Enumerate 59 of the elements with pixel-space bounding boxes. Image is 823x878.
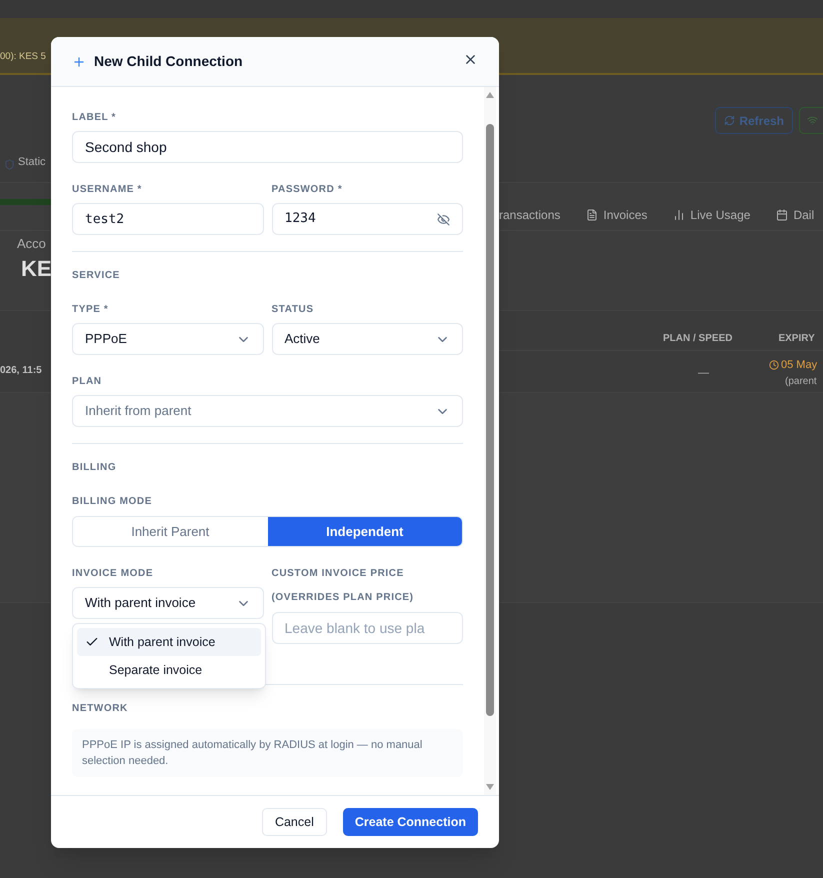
menu-option[interactable]: Separate invoice xyxy=(77,656,261,684)
password-input[interactable]: 1234 xyxy=(272,203,463,235)
account-label: Acco xyxy=(17,235,47,253)
table-cell: 026, 11:5 xyxy=(0,365,42,376)
price-input[interactable]: Leave blank to use pla xyxy=(272,612,463,644)
field-label: PASSWORD * xyxy=(272,183,344,197)
plus-icon xyxy=(72,54,86,68)
mode-tab[interactable]: Independent xyxy=(268,517,462,546)
scrollbar[interactable] xyxy=(484,87,496,795)
document-icon xyxy=(586,208,598,220)
tab[interactable]: Invoices xyxy=(586,206,648,224)
expiry-note: (parent xyxy=(785,374,817,388)
field-label: STATUS xyxy=(272,303,315,317)
label-input[interactable]: Second shop xyxy=(72,131,463,163)
field-label: INVOICE MODE xyxy=(72,567,154,581)
scroll-down-icon[interactable] xyxy=(486,784,494,790)
create-button[interactable]: Create Connection xyxy=(342,808,478,836)
dialog-title: New Child Connection xyxy=(94,52,243,71)
column-header: EXPIRY xyxy=(778,332,815,346)
bar-chart-icon xyxy=(673,208,686,220)
progress-strip xyxy=(0,199,51,205)
banner-text: 00): KES 5 xyxy=(0,50,46,64)
scroll-up-icon[interactable] xyxy=(486,92,494,98)
field-label: PLAN xyxy=(72,375,103,389)
field-label: BILLING xyxy=(72,461,118,475)
clock-icon xyxy=(769,360,779,370)
tab[interactable]: Dail xyxy=(776,206,814,224)
calendar-icon xyxy=(776,208,788,220)
close-button[interactable] xyxy=(463,52,478,67)
field-label: SERVICE xyxy=(72,269,121,283)
eye-off-icon[interactable] xyxy=(437,212,450,226)
select-field[interactable]: With parent invoice xyxy=(72,587,264,619)
table-cell-text: — xyxy=(698,366,709,381)
chip-text: Static xyxy=(18,154,46,170)
wifi-icon xyxy=(807,115,818,126)
shield-icon xyxy=(4,159,15,170)
refresh-icon xyxy=(724,115,736,126)
menu-option[interactable]: With parent invoice xyxy=(77,628,261,656)
select-field[interactable]: Active xyxy=(272,323,463,355)
scrollbar-thumb[interactable] xyxy=(486,124,494,716)
field-label: NETWORK xyxy=(72,702,129,716)
info-note: PPPoE IP is assigned automatically by RADIUS at login — no manual selection needed. xyxy=(72,729,463,777)
cancel-button[interactable]: Cancel xyxy=(262,808,327,836)
account-value: KE xyxy=(20,254,51,282)
field-label: CUSTOM INVOICE PRICE xyxy=(272,567,405,581)
wifi-button[interactable] xyxy=(799,107,823,134)
close-icon xyxy=(463,52,478,67)
field-label: TYPE * xyxy=(72,303,110,317)
username-input[interactable]: test2 xyxy=(72,203,264,235)
tab[interactable]: Live Usage xyxy=(673,206,750,224)
column-header: PLAN / SPEED xyxy=(663,332,732,346)
field-label: USERNAME * xyxy=(72,183,143,197)
select-field[interactable]: PPPoE xyxy=(72,323,264,355)
field-label: LABEL * xyxy=(72,111,118,125)
field-label: BILLING MODE xyxy=(72,495,153,509)
select-field[interactable]: Inherit from parent xyxy=(72,395,463,427)
field-label: (OVERRIDES PLAN PRICE) xyxy=(272,591,415,605)
expiry-date: 05 May xyxy=(781,358,818,373)
tab[interactable]: ransactions xyxy=(499,206,560,224)
